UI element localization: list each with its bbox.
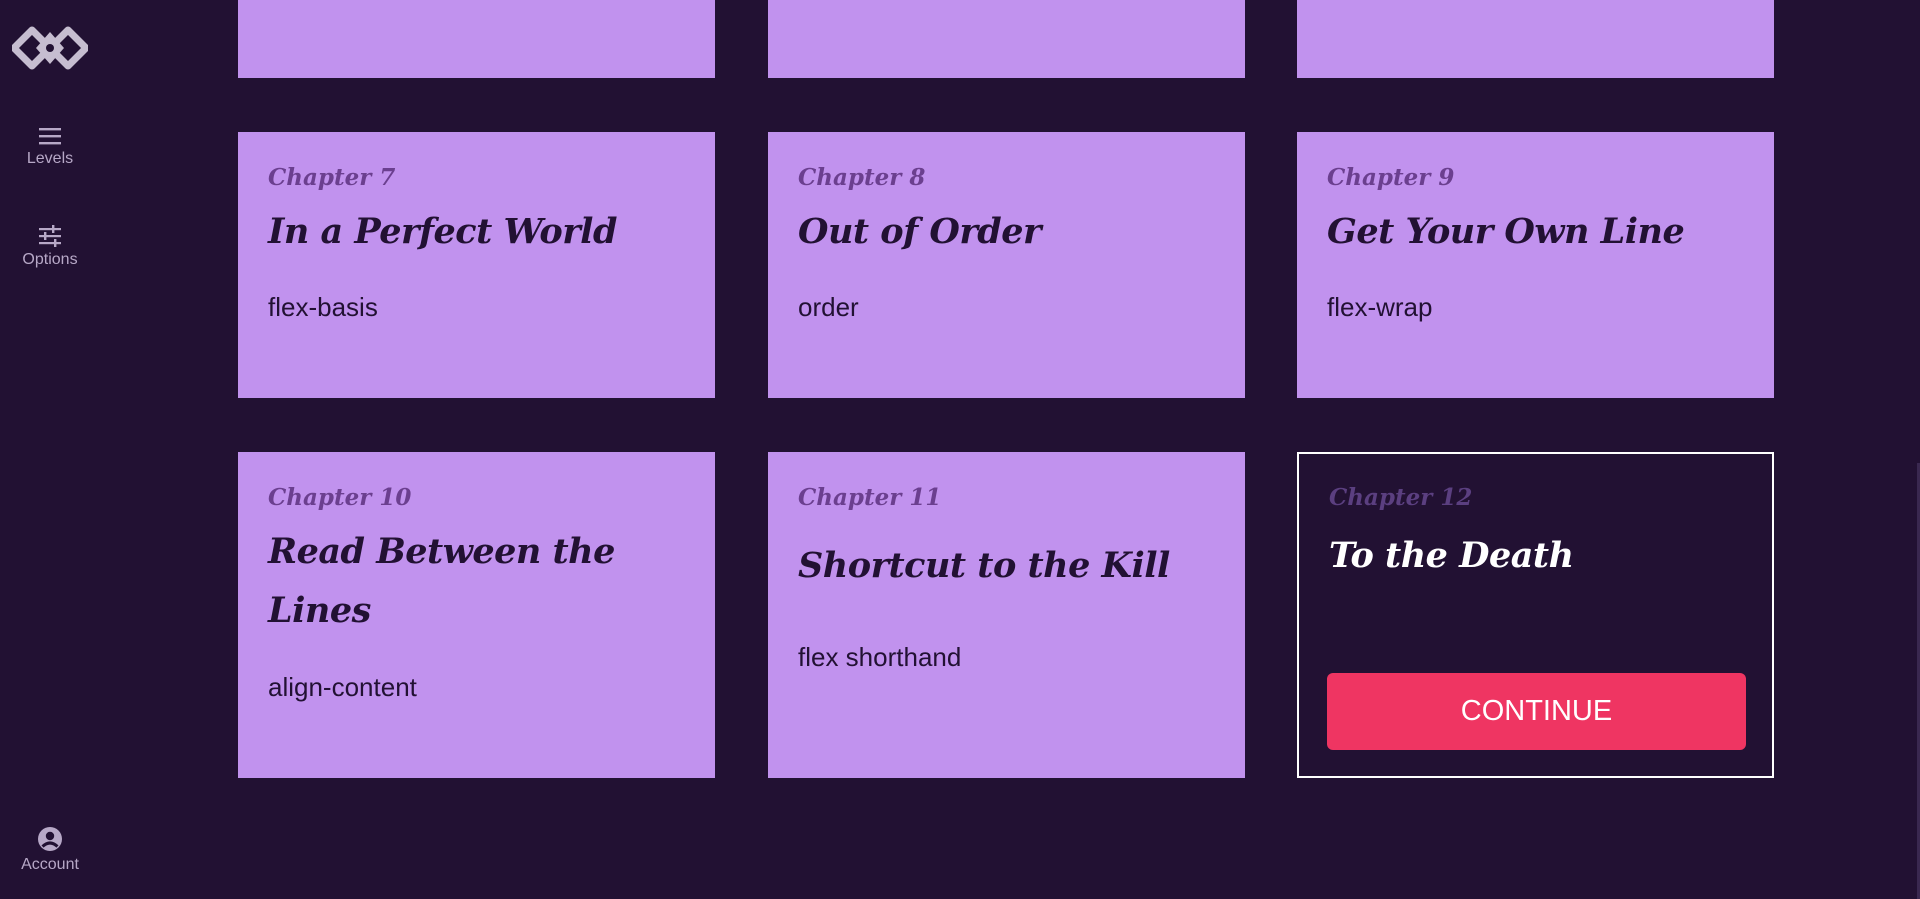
chapter-number: Chapter 7 (268, 164, 396, 191)
chapter-title: In a Perfect World (268, 211, 617, 252)
user-circle-icon (38, 827, 62, 851)
chapter-property: align-content (268, 672, 417, 702)
chapter-title: To the Death (1329, 535, 1574, 576)
chapter-card-partial[interactable] (238, 0, 715, 78)
chapter-card-9[interactable]: Chapter 9 Get Your Own Line flex-wrap (1297, 132, 1774, 398)
nav-levels-label: Levels (26, 150, 74, 167)
sidebar: Levels Options Account (0, 0, 100, 899)
chapter-title: Shortcut to the Kill (798, 545, 1170, 586)
chapter-card-12-current[interactable]: Chapter 12 To the Death CONTINUE (1297, 452, 1774, 778)
chapter-card-11[interactable]: Chapter 11 Shortcut to the Kill flex sho… (768, 452, 1245, 778)
sliders-icon (39, 225, 61, 247)
nav-options[interactable]: Options (0, 225, 100, 269)
nav-options-label: Options (22, 251, 78, 268)
nav-account-label: Account (21, 856, 79, 873)
chapter-property: flex shorthand (798, 642, 962, 672)
chapter-number: Chapter 8 (798, 164, 926, 191)
chapter-card-8[interactable]: Chapter 8 Out of Order order (768, 132, 1245, 398)
nav-levels[interactable]: Levels (0, 126, 100, 168)
chapter-title: Get Your Own Line (1327, 211, 1685, 252)
chapter-number: Chapter 10 (268, 484, 412, 511)
hamburger-icon (39, 128, 61, 145)
chapter-property: order (798, 292, 859, 322)
chapter-property: flex-basis (268, 292, 378, 322)
chapter-card-partial[interactable] (1297, 0, 1774, 78)
chapter-number: Chapter 11 (798, 484, 942, 511)
chapter-property: flex-wrap (1327, 292, 1433, 322)
chapter-number: Chapter 9 (1327, 164, 1455, 191)
chapter-title: Read Between the Lines (268, 531, 615, 631)
diamond-logo-icon[interactable] (12, 22, 88, 78)
continue-button[interactable]: CONTINUE (1327, 673, 1746, 750)
chapter-card-partial[interactable] (768, 0, 1245, 78)
chapter-card-7[interactable]: Chapter 7 In a Perfect World flex-basis (238, 132, 715, 398)
chapter-title: Out of Order (798, 211, 1041, 252)
chapter-number: Chapter 12 (1329, 484, 1473, 511)
chapter-card-10[interactable]: Chapter 10 Read Between the Lines align-… (238, 452, 715, 778)
nav-account[interactable]: Account (0, 826, 100, 874)
